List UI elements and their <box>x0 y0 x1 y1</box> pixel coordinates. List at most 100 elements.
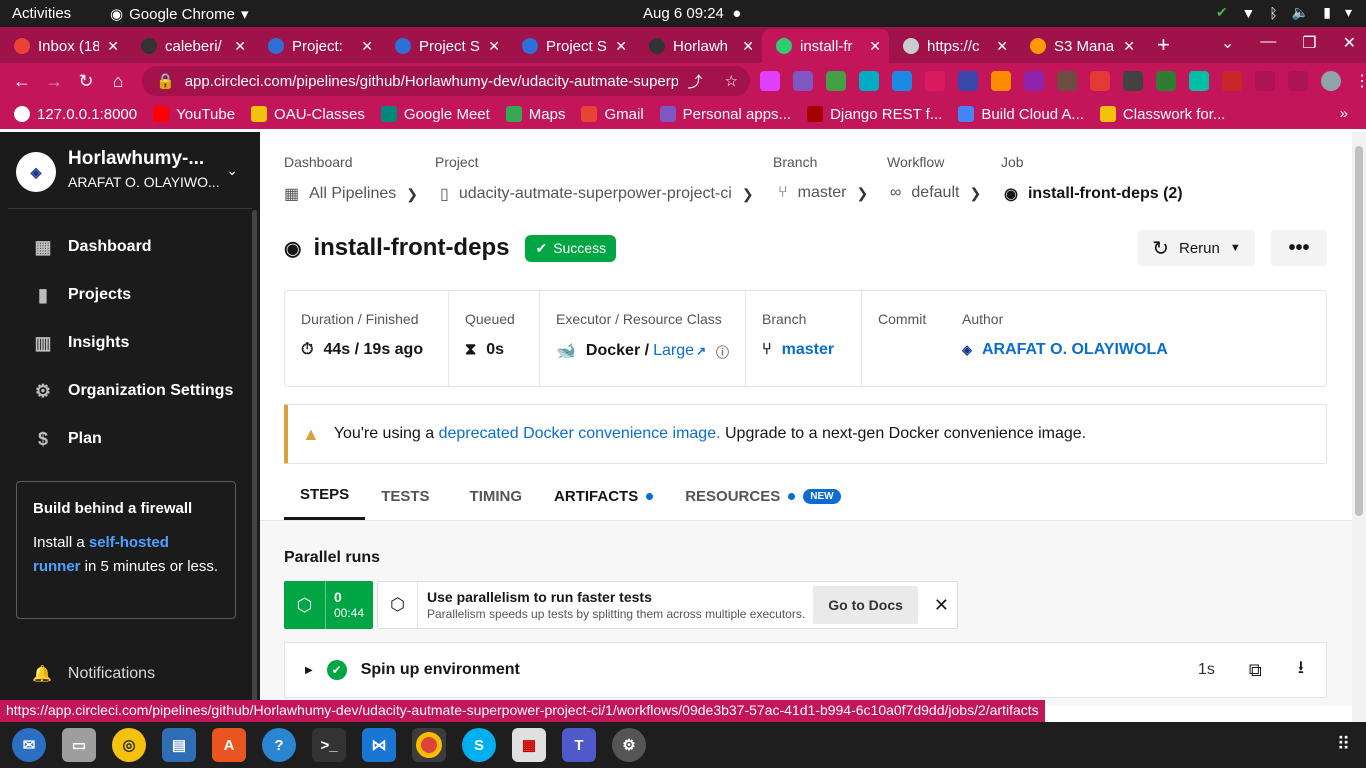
close-icon[interactable]: ✕ <box>361 38 373 55</box>
activities-button[interactable]: Activities <box>12 5 71 22</box>
help-icon[interactable]: ? <box>262 728 296 762</box>
org-switcher[interactable]: ◈ Horlawhumy-... ARAFAT O. OLAYIWO... ⌄ <box>16 148 244 208</box>
system-tray[interactable]: ✔ ▼ ᛒ 🔈 ▮ ▾ <box>1216 4 1352 21</box>
home-icon[interactable]: ⌂ <box>102 71 134 92</box>
vscode-icon[interactable]: ⋈ <box>362 728 396 762</box>
close-icon[interactable]: ✕ <box>234 38 246 55</box>
bookmarks-overflow-icon[interactable]: » <box>1340 105 1348 122</box>
browser-tab[interactable]: Horlawh ✕ <box>635 29 762 63</box>
sidebar-item-organization-settings[interactable]: ⚙ Organization Settings <box>32 380 233 402</box>
tab-timing[interactable]: TIMING <box>454 472 539 520</box>
extension-icon[interactable] <box>1090 71 1110 91</box>
extension-icon[interactable] <box>826 71 846 91</box>
browser-tab[interactable]: https://c ✕ <box>889 29 1016 63</box>
teams-icon[interactable]: T <box>562 728 596 762</box>
step-row[interactable]: ▶ ✔ Spin up environment 1s ⧉ ⭳ <box>284 642 1327 698</box>
address-url[interactable]: app.circleci.com/pipelines/github/Horlaw… <box>185 73 678 90</box>
bookmark-star-icon[interactable]: ☆ <box>725 72 750 90</box>
browser-tab[interactable]: Inbox (18 ✕ <box>0 29 127 63</box>
info-icon[interactable]: ⓘ <box>716 342 729 361</box>
extension-icon[interactable] <box>1057 71 1077 91</box>
close-icon[interactable]: ✕ <box>926 595 957 616</box>
download-icon[interactable]: ⭳ <box>1298 655 1304 685</box>
back-icon[interactable]: ← <box>6 71 38 92</box>
extension-icon[interactable] <box>991 71 1011 91</box>
rerun-button[interactable]: ↻ Rerun ▼ <box>1138 230 1255 266</box>
open-external-icon[interactable]: ⧉ <box>1249 660 1262 681</box>
browser-tab[interactable]: S3 Mana ✕ <box>1016 29 1143 63</box>
sidebar-item-insights[interactable]: ▥ Insights <box>32 332 129 354</box>
writer-icon[interactable]: ▤ <box>162 728 196 762</box>
page-scrollbar[interactable] <box>1352 132 1366 722</box>
kebab-menu-icon[interactable]: ⋮ <box>1354 71 1366 91</box>
extension-icon[interactable] <box>892 71 912 91</box>
share-icon[interactable]: ⤴ <box>688 71 715 92</box>
app-menu[interactable]: ◉ Google Chrome ▾ <box>110 5 249 24</box>
browser-tab[interactable]: Project S ✕ <box>508 29 635 63</box>
terminal-icon[interactable]: >_ <box>312 728 346 762</box>
rhythmbox-icon[interactable]: ◎ <box>112 728 146 762</box>
more-actions-button[interactable]: ••• <box>1271 230 1327 266</box>
close-icon[interactable]: ✕ <box>107 38 119 55</box>
bookmark-item[interactable]: Google Meet <box>380 106 490 123</box>
breadcrumb-all-pipelines[interactable]: ▦ All Pipelines ❯ <box>284 184 418 204</box>
maximize-icon[interactable]: ❐ <box>1302 33 1316 53</box>
close-icon[interactable]: ✕ <box>869 38 881 55</box>
extension-icon[interactable] <box>1024 71 1044 91</box>
new-tab-button[interactable]: + <box>1143 32 1184 58</box>
bookmark-item[interactable]: Gmail <box>581 106 644 123</box>
tab-steps[interactable]: STEPS <box>284 472 366 520</box>
bookmark-item[interactable]: Django REST f... <box>807 106 942 123</box>
show-apps-icon[interactable]: ⠿ <box>1337 734 1350 755</box>
sidebar-item-dashboard[interactable]: ▦ Dashboard <box>32 236 151 258</box>
close-icon[interactable]: ✕ <box>1123 38 1135 55</box>
sidebar-item-notifications[interactable]: 🔔 Notifications <box>32 664 155 684</box>
clock[interactable]: Aug 6 09:24 ● <box>643 5 741 22</box>
close-window-icon[interactable]: ✕ <box>1343 33 1356 53</box>
extension-icon[interactable] <box>1123 71 1143 91</box>
sidebar-item-plan[interactable]: $ Plan <box>32 428 102 450</box>
address-bar[interactable]: 🔒 app.circleci.com/pipelines/github/Horl… <box>142 66 750 96</box>
extension-icon[interactable] <box>958 71 978 91</box>
browser-tab[interactable]: Project S ✕ <box>381 29 508 63</box>
bookmark-item[interactable]: OAU-Classes <box>251 106 365 123</box>
extension-icon[interactable] <box>859 71 879 91</box>
breadcrumb-project[interactable]: ▯ udacity-autmate-superpower-project-ci ❯ <box>440 184 754 204</box>
browser-tab[interactable]: caleberi/ ✕ <box>127 29 254 63</box>
deprecated-image-link[interactable]: deprecated Docker convenience image. <box>439 425 721 442</box>
browser-tab[interactable]: Project: ✕ <box>254 29 381 63</box>
thunderbird-icon[interactable]: ✉ <box>12 728 46 762</box>
bookmark-item[interactable]: YouTube <box>153 106 235 123</box>
branch-link[interactable]: master <box>782 341 834 359</box>
extension-icon[interactable] <box>1189 71 1209 91</box>
caret-right-icon[interactable]: ▶ <box>305 665 313 676</box>
puzzle-icon[interactable] <box>1255 71 1275 91</box>
parallel-run-0[interactable]: ⬡ 0 00:44 <box>284 581 373 629</box>
extension-icon[interactable] <box>925 71 945 91</box>
close-icon[interactable]: ✕ <box>996 38 1008 55</box>
files-icon[interactable]: ▭ <box>62 728 96 762</box>
close-icon[interactable]: ✕ <box>488 38 500 55</box>
bookmark-item[interactable]: Personal apps... <box>659 106 791 123</box>
browser-tab-active[interactable]: install-fr ✕ <box>762 29 889 63</box>
tab-resources[interactable]: RESOURCES NEW <box>669 472 856 520</box>
bookmark-item[interactable]: 127.0.0.1:8000 <box>14 106 137 123</box>
settings-icon[interactable]: ⚙ <box>612 728 646 762</box>
extension-icon[interactable] <box>1222 71 1242 91</box>
software-icon[interactable]: A <box>212 728 246 762</box>
skype-icon[interactable]: S <box>462 728 496 762</box>
extension-icon[interactable] <box>760 71 780 91</box>
side-panel-icon[interactable] <box>1288 71 1308 91</box>
go-to-docs-button[interactable]: Go to Docs <box>813 586 918 624</box>
author-link[interactable]: ARAFAT O. OLAYIWOLA <box>982 341 1168 359</box>
sidebar-scrollbar[interactable] <box>252 210 257 710</box>
tab-search-icon[interactable]: ⌄ <box>1221 33 1234 53</box>
sidebar-item-projects[interactable]: ▮ Projects <box>32 284 131 306</box>
chrome-icon[interactable] <box>412 728 446 762</box>
close-icon[interactable]: ✕ <box>615 38 627 55</box>
avatar[interactable] <box>1321 71 1341 91</box>
bookmark-item[interactable]: Build Cloud A... <box>958 106 1084 123</box>
breadcrumb-branch[interactable]: ⑂ master ❯ <box>778 184 868 202</box>
minimize-icon[interactable]: — <box>1260 33 1276 53</box>
forward-icon[interactable]: → <box>38 71 70 92</box>
